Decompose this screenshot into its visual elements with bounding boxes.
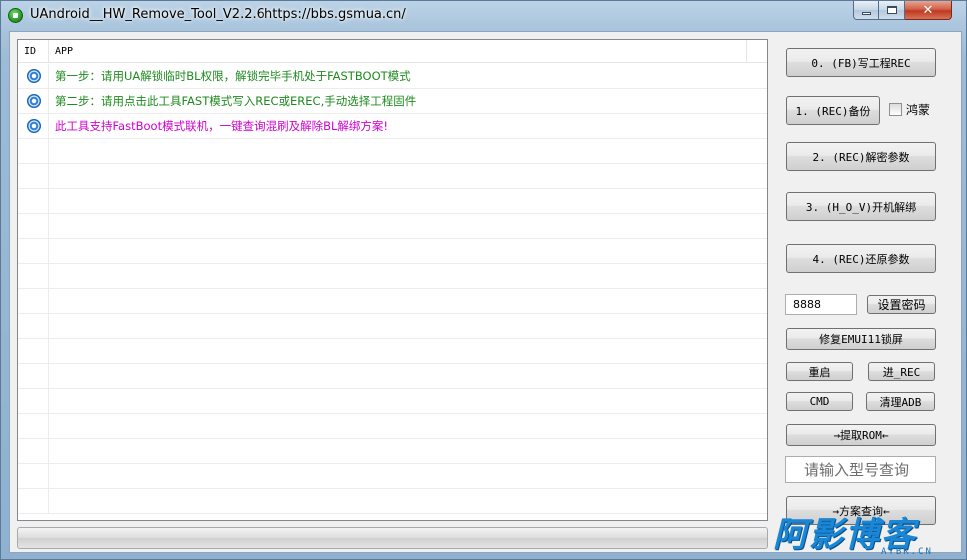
row-id-cell [18,489,49,513]
row-id-cell [18,464,49,488]
empty-row [18,489,767,514]
window-title-url: https://bbs.gsmua.cn/ [264,7,406,22]
app-icon [8,8,23,23]
list-item[interactable]: 第二步：请用点击此工具FAST模式写入REC或EREC,手动选择工程固件 [18,88,767,114]
empty-row [18,239,767,264]
extract-rom-button[interactable]: →提取ROM← [786,424,936,446]
window-title: UAndroid__HW_Remove_Tool_V2.2.6 [30,7,265,22]
boot-unbind-button[interactable]: 3. (H_O_V)开机解绑 [786,192,936,221]
rec-backup-button[interactable]: 1. (REC)备份 [786,96,880,125]
empty-row [18,439,767,464]
list-rows: 第一步：请用UA解锁临时BL权限，解锁完毕手机处于FASTBOOT模式 第二步：… [18,63,767,514]
column-header-app[interactable]: APP [49,40,747,63]
row-id-cell [18,289,49,313]
cmd-button[interactable]: CMD [786,392,853,411]
row-id-cell [18,414,49,438]
list-item[interactable]: 此工具支持FastBoot模式联机，一键查询混刷及解除BL解绑方案! [18,113,767,139]
row-id-cell [18,88,49,114]
empty-row [18,389,767,414]
reboot-button[interactable]: 重启 [786,362,853,381]
radio-target-icon [27,118,41,133]
fix-emui11-lockscreen-button[interactable]: 修复EMUI11锁屏 [786,328,936,350]
fb-write-rec-button[interactable]: 0. (FB)写工程REC [786,48,936,77]
app-window: UAndroid__HW_Remove_Tool_V2.2.6 https://… [0,0,967,560]
rec-decrypt-params-button[interactable]: 2. (REC)解密参数 [786,142,936,171]
maximize-button[interactable] [879,1,905,20]
empty-row [18,164,767,189]
close-button[interactable]: ✕ [905,1,952,20]
row-id-cell [18,389,49,413]
rec-restore-params-button[interactable]: 4. (REC)还原参数 [786,244,936,273]
log-list[interactable]: ID APP 第一步：请用UA解锁临时BL权限，解锁完毕手机处于FASTBOOT… [17,39,768,521]
password-input[interactable]: 8888 [785,294,857,315]
row-id-cell [18,139,49,163]
model-query-input[interactable]: 请输入型号查询 [785,456,936,483]
empty-row [18,364,767,389]
checkbox-box[interactable] [889,103,902,116]
list-item[interactable]: 第一步：请用UA解锁临时BL权限，解锁完毕手机处于FASTBOOT模式 [18,63,767,89]
row-id-cell [18,239,49,263]
watermark-logo: 阿影博客 AYBK.CN [773,507,965,560]
row-text: 此工具支持FastBoot模式联机，一键查询混刷及解除BL解绑方案! [55,119,388,133]
minimize-button[interactable] [853,1,879,20]
set-password-button[interactable]: 设置密码 [867,295,936,314]
hongmeng-checkbox[interactable]: 鸿蒙 [889,101,930,118]
row-id-cell [18,189,49,213]
empty-row [18,464,767,489]
radio-target-icon [27,68,41,83]
hongmeng-label: 鸿蒙 [906,103,931,117]
empty-row [18,339,767,364]
column-header-filler [747,40,767,63]
title-bar[interactable]: UAndroid__HW_Remove_Tool_V2.2.6 https://… [1,1,966,31]
empty-row [18,289,767,314]
maximize-icon [886,6,897,14]
row-text: 第一步：请用UA解锁临时BL权限，解锁完毕手机处于FASTBOOT模式 [55,69,411,83]
client-area: ID APP 第一步：请用UA解锁临时BL权限，解锁完毕手机处于FASTBOOT… [9,31,962,553]
row-id-cell [18,164,49,188]
progress-bar [17,527,768,549]
clean-adb-button[interactable]: 清理ADB [866,392,935,411]
row-id-cell [18,63,49,89]
empty-row [18,314,767,339]
empty-row [18,264,767,289]
column-header-id[interactable]: ID [18,40,49,63]
empty-row [18,414,767,439]
row-id-cell [18,314,49,338]
list-header: ID APP [18,40,767,63]
row-id-cell [18,339,49,363]
row-id-cell [18,439,49,463]
row-id-cell [18,113,49,139]
watermark-subtext: AYBK.CN [881,547,933,557]
row-id-cell [18,364,49,388]
empty-row [18,189,767,214]
radio-target-icon [27,93,41,108]
enter-rec-button[interactable]: 进_REC [868,362,935,381]
minimize-icon [861,11,871,15]
row-id-cell [18,264,49,288]
empty-row [18,139,767,164]
caption-buttons: ✕ [853,1,962,20]
empty-row [18,214,767,239]
row-text: 第二步：请用点击此工具FAST模式写入REC或EREC,手动选择工程固件 [55,94,417,108]
row-id-cell [18,214,49,238]
close-icon: ✕ [922,2,934,18]
